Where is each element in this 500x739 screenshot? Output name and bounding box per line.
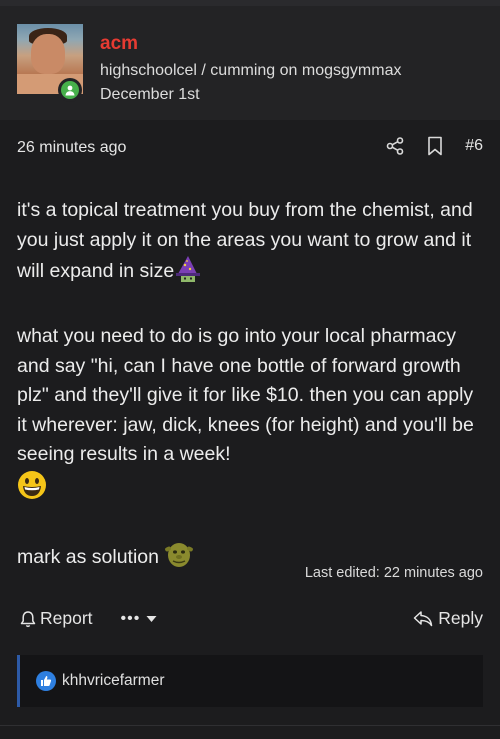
- post-timestamp[interactable]: 26 minutes ago: [17, 139, 126, 157]
- post-paragraph: it's a topical treatment you buy from th…: [17, 196, 487, 293]
- reply-button[interactable]: Reply: [413, 608, 483, 629]
- post-paragraph: what you need to do is go into your loca…: [17, 322, 487, 509]
- author-user-title: highschoolcel / cumming on mogsgymmax: [100, 62, 402, 79]
- share-icon[interactable]: [385, 136, 405, 156]
- bell-icon: [20, 610, 36, 628]
- wizard-emoji: [174, 255, 202, 293]
- report-button[interactable]: Report: [20, 608, 93, 629]
- reply-arrow-icon: [413, 610, 433, 628]
- thumbs-up-icon: [36, 671, 56, 691]
- grinning-emoji: [17, 470, 47, 510]
- last-edited-label: Last edited: 22 minutes ago: [304, 565, 483, 581]
- caret-down-icon: [146, 615, 157, 623]
- author-join-date: December 1st: [100, 86, 200, 103]
- post-body: it's a topical treatment you buy from th…: [17, 196, 487, 578]
- more-options-menu[interactable]: •••: [121, 610, 158, 628]
- reaction-users[interactable]: khhvricefarmer: [62, 672, 165, 690]
- post-number-link[interactable]: #6: [465, 137, 483, 155]
- post-footer-left: Report •••: [20, 608, 157, 629]
- shrek-emoji: [164, 539, 194, 579]
- bookmark-icon[interactable]: [427, 136, 443, 156]
- post-author-header: acm highschoolcel / cumming on mogsgymma…: [0, 6, 500, 120]
- author-username[interactable]: acm: [100, 33, 138, 55]
- bottom-divider: [0, 725, 500, 726]
- online-status-icon: [58, 78, 82, 102]
- reactions-bar[interactable]: khhvricefarmer: [17, 655, 483, 707]
- post-actions: #6: [385, 136, 483, 156]
